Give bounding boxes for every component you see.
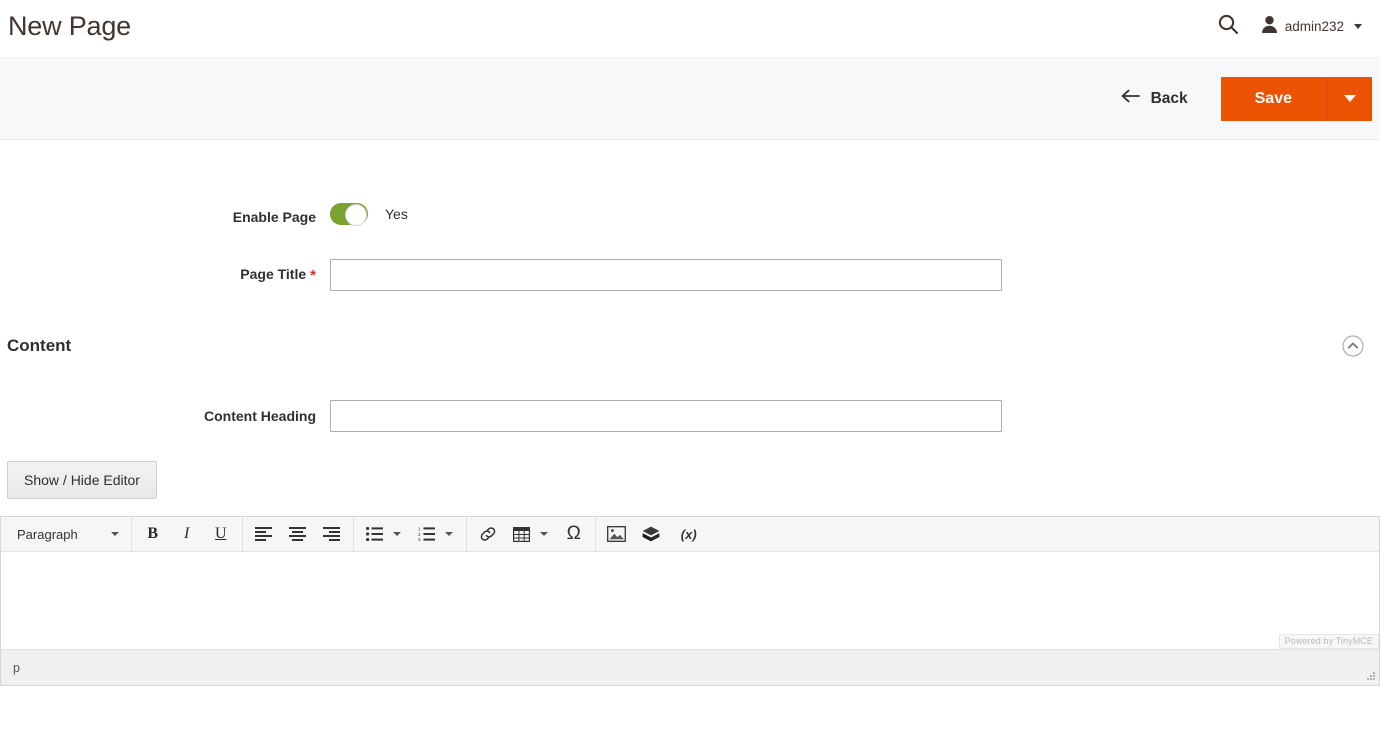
- user-name: admin232: [1284, 19, 1344, 34]
- numbered-list-split[interactable]: 1 2 3: [410, 520, 462, 548]
- back-button[interactable]: Back: [1107, 81, 1202, 116]
- enable-page-toggle[interactable]: [330, 203, 368, 226]
- toolbar-group-format: Paragraph: [4, 517, 132, 551]
- page-form: Enable Page Yes Page Title *: [0, 140, 1380, 291]
- editor-toolbar: Paragraph B I U 1 2 3 Ω (x): [1, 517, 1379, 552]
- powered-by-badge: Powered by TinyMCE: [1278, 634, 1379, 649]
- insert-widget-icon[interactable]: [634, 520, 668, 548]
- wysiwyg-editor: Paragraph B I U 1 2 3 Ω (x) Powered by T…: [0, 516, 1380, 686]
- user-menu[interactable]: admin232: [1261, 15, 1362, 38]
- user-icon: [1261, 15, 1277, 38]
- editor-status-bar: p: [1, 649, 1379, 685]
- toolbar-group-lists: 1 2 3: [354, 517, 467, 551]
- table-split[interactable]: [505, 520, 557, 548]
- format-select-value: Paragraph: [17, 526, 78, 542]
- editor-content-area[interactable]: Powered by TinyMCE: [1, 552, 1379, 649]
- search-icon[interactable]: [1216, 12, 1240, 41]
- numbered-list-icon[interactable]: 1 2 3: [410, 520, 444, 548]
- table-icon[interactable]: [505, 520, 539, 548]
- insert-variable-icon[interactable]: (x): [668, 520, 710, 548]
- toolbar-group-insert: Ω: [467, 517, 596, 551]
- toolbar-group-media: (x): [596, 517, 714, 551]
- show-hide-editor-button[interactable]: Show / Hide Editor: [7, 461, 157, 499]
- content-heading-label: Content Heading: [204, 408, 316, 424]
- save-dropdown-button[interactable]: [1327, 76, 1372, 121]
- bullet-list-icon[interactable]: [358, 520, 392, 548]
- save-button[interactable]: Save: [1220, 76, 1327, 121]
- svg-text:3: 3: [418, 537, 421, 541]
- chevron-down-icon: [392, 532, 401, 536]
- field-content-heading: Content Heading: [0, 400, 1380, 432]
- page-header: New Page admin232: [0, 0, 1380, 57]
- chevron-down-icon: [539, 532, 548, 536]
- page-title: New Page: [8, 11, 131, 41]
- page-title-label: Page Title *: [240, 266, 316, 284]
- required-marker: *: [310, 267, 316, 284]
- field-enable-page: Enable Page Yes: [0, 203, 1380, 230]
- chevron-up-circle-icon[interactable]: [1342, 335, 1364, 357]
- enable-page-label: Enable Page: [232, 208, 316, 225]
- content-heading-input[interactable]: [330, 400, 1002, 432]
- chevron-down-icon: [1354, 24, 1362, 29]
- content-section-header[interactable]: Content: [0, 320, 1380, 372]
- page-actions-bar: Back Save: [0, 57, 1380, 140]
- underline-icon[interactable]: U: [204, 520, 238, 548]
- chevron-down-icon: [110, 532, 119, 536]
- header-right-tools: admin232: [1216, 12, 1362, 41]
- align-center-icon[interactable]: [281, 520, 315, 548]
- content-section-title: Content: [7, 336, 72, 355]
- format-select[interactable]: Paragraph: [8, 521, 127, 548]
- enable-page-value: Yes: [385, 206, 408, 222]
- insert-image-icon[interactable]: [600, 520, 634, 548]
- align-left-icon[interactable]: [247, 520, 281, 548]
- chevron-down-icon: [444, 532, 453, 536]
- special-character-icon[interactable]: Ω: [557, 520, 591, 548]
- element-path: p: [13, 660, 20, 675]
- arrow-left-icon: [1121, 89, 1140, 108]
- chevron-down-icon: [1343, 95, 1356, 102]
- field-page-title: Page Title *: [0, 259, 1380, 291]
- enable-page-toggle-group: Yes: [330, 203, 408, 226]
- page-title-input[interactable]: [330, 259, 1002, 291]
- resize-grip-icon[interactable]: [1362, 669, 1376, 683]
- bold-icon[interactable]: B: [136, 520, 170, 548]
- italic-icon[interactable]: I: [170, 520, 204, 548]
- content-section-body: Content Heading Show / Hide Editor Parag…: [0, 372, 1380, 686]
- toolbar-group-align: [243, 517, 354, 551]
- link-icon[interactable]: [471, 520, 505, 548]
- svg-text:1: 1: [418, 527, 421, 531]
- back-button-label: Back: [1150, 89, 1188, 107]
- save-split-button: Save: [1220, 76, 1372, 121]
- toolbar-group-inline: B I U: [132, 517, 243, 551]
- align-right-icon[interactable]: [315, 520, 349, 548]
- bullet-list-split[interactable]: [358, 520, 410, 548]
